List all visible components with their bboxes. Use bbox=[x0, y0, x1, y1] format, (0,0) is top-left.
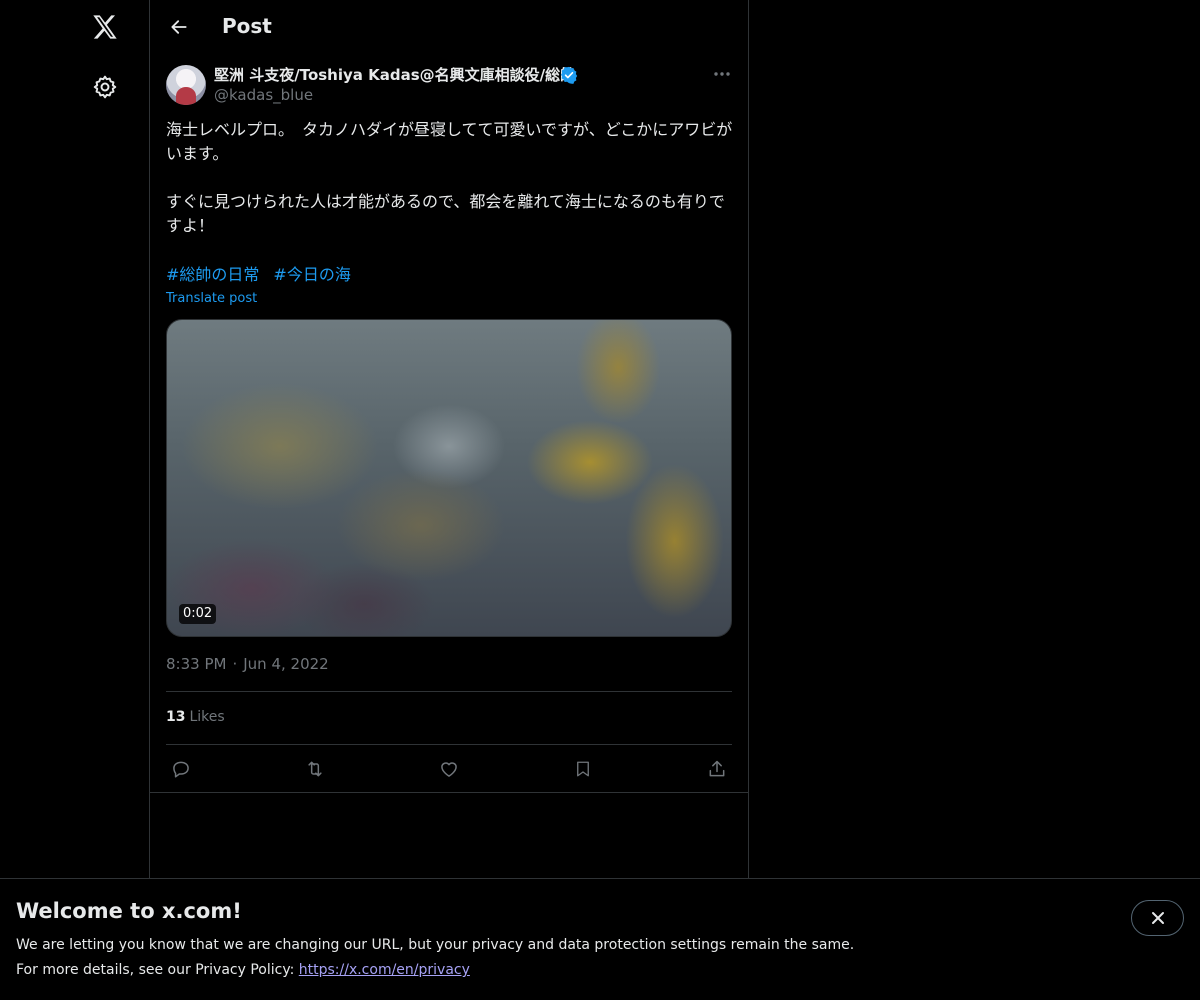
more-button[interactable] bbox=[710, 62, 734, 86]
banner-close-button[interactable] bbox=[1131, 900, 1184, 936]
separator: · bbox=[232, 655, 238, 673]
page-title: Post bbox=[222, 14, 272, 38]
likes-count: 13 bbox=[166, 709, 186, 725]
video-duration: 0:02 bbox=[179, 604, 217, 624]
back-arrow-icon bbox=[171, 20, 187, 34]
verified-badge-icon bbox=[560, 66, 578, 84]
post-actions bbox=[166, 754, 732, 784]
hashtag-link[interactable]: #総帥の日常 bbox=[166, 265, 259, 284]
author-handle[interactable]: @kadas_blue bbox=[214, 86, 313, 104]
app: Post 堅洲 斗支夜/Toshiya Kadas@名興文庫相談役/総帥 @ka… bbox=[0, 0, 1200, 1000]
hashtags: #総帥の日常 #今日の海 bbox=[166, 263, 365, 287]
main-column: Post 堅洲 斗支夜/Toshiya Kadas@名興文庫相談役/総帥 @ka… bbox=[149, 0, 749, 1000]
post-timestamp: 8:33 PM · Jun 4, 2022 bbox=[166, 655, 329, 673]
translate-post-link[interactable]: Translate post bbox=[166, 291, 257, 306]
divider bbox=[150, 792, 748, 793]
video-player[interactable]: 0:02 bbox=[166, 319, 732, 637]
banner-details-text: For more details, see our Privacy Policy… bbox=[16, 962, 299, 978]
divider bbox=[166, 744, 732, 745]
hashtag-link[interactable]: #今日の海 bbox=[273, 265, 350, 284]
left-rail bbox=[0, 0, 150, 1000]
post-date[interactable]: Jun 4, 2022 bbox=[243, 655, 328, 673]
like-button[interactable] bbox=[434, 754, 464, 784]
repost-icon bbox=[308, 761, 322, 777]
reply-button[interactable] bbox=[166, 754, 196, 784]
banner-title: Welcome to x.com! bbox=[16, 899, 242, 923]
reply-icon bbox=[173, 761, 189, 778]
bookmark-icon bbox=[577, 761, 589, 777]
share-icon bbox=[709, 760, 725, 777]
privacy-policy-link[interactable]: https://x.com/en/privacy bbox=[299, 962, 470, 978]
likes-label: Likes bbox=[189, 709, 225, 725]
close-icon bbox=[1151, 912, 1164, 924]
banner-details: For more details, see our Privacy Policy… bbox=[16, 962, 470, 978]
x-logo-icon[interactable] bbox=[88, 10, 122, 44]
page-header: Post bbox=[150, 0, 748, 54]
gear-icon[interactable] bbox=[90, 72, 120, 102]
banner-message: We are letting you know that we are chan… bbox=[16, 937, 855, 953]
back-button[interactable] bbox=[162, 10, 196, 44]
author-name[interactable]: 堅洲 斗支夜/Toshiya Kadas@名興文庫相談役/総帥 bbox=[214, 64, 575, 85]
divider bbox=[166, 691, 732, 692]
likes-stat[interactable]: 13 Likes bbox=[166, 709, 225, 725]
more-icon bbox=[714, 72, 730, 76]
post-text: 海士レベルプロ。 タカノハダイが昼寝してて可愛いですが、どこかにアワビがいます。… bbox=[166, 120, 733, 235]
post-time[interactable]: 8:33 PM bbox=[166, 655, 226, 673]
avatar[interactable] bbox=[166, 65, 206, 105]
share-button[interactable] bbox=[702, 754, 732, 784]
repost-button[interactable] bbox=[300, 754, 330, 784]
bookmark-button[interactable] bbox=[568, 754, 598, 784]
url-change-banner: Welcome to x.com! We are letting you kno… bbox=[0, 878, 1200, 1000]
heart-icon bbox=[441, 762, 457, 777]
